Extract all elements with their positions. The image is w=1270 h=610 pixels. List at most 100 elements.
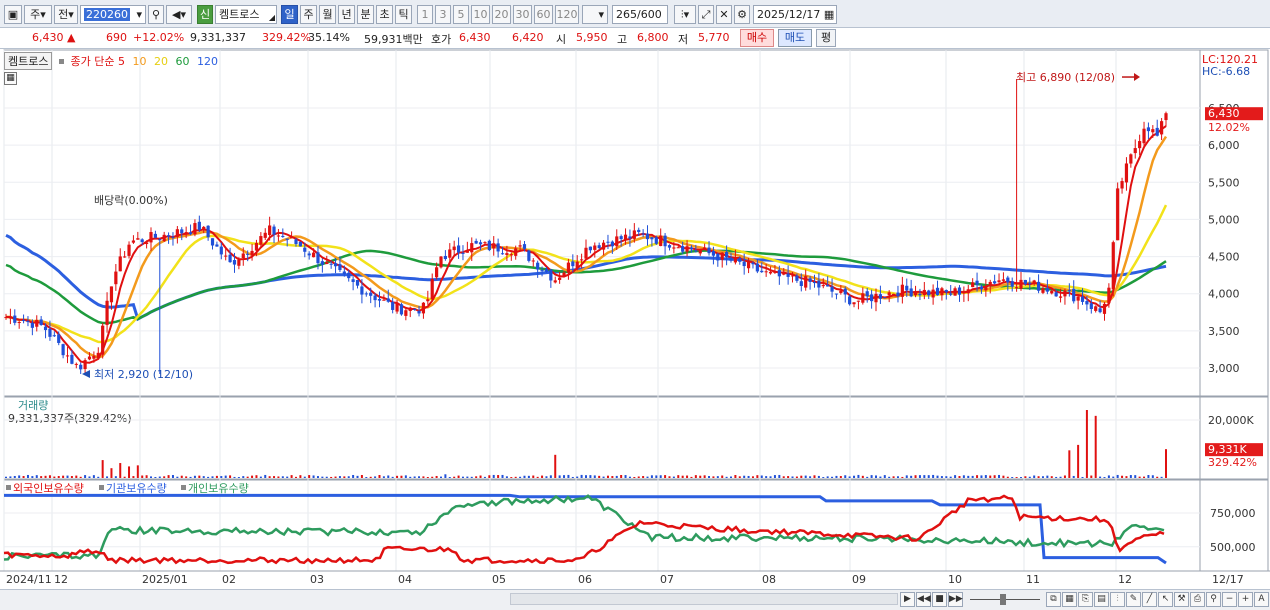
draw-icon[interactable]: ✎ [1126, 592, 1141, 607]
interval-10[interactable]: 10 [471, 5, 490, 24]
candle-body [553, 280, 557, 283]
volume-bar [185, 476, 188, 478]
fast-forward-icon[interactable]: ▶▶ [948, 592, 963, 607]
holder-legend-square [99, 485, 104, 490]
candle-body [1098, 308, 1102, 313]
candle-body [391, 301, 395, 310]
interval-120[interactable]: 120 [555, 5, 579, 24]
interval-20[interactable]: 20 [492, 5, 511, 24]
tab-minute[interactable]: 분 [357, 5, 374, 24]
stock-code-input[interactable]: 220260 ▾ [80, 5, 146, 24]
line-icon[interactable]: ╱ [1142, 592, 1157, 607]
minus-icon[interactable]: − [1222, 592, 1237, 607]
holder-pane-axis [1199, 479, 1269, 572]
arrow-icon[interactable]: ↖ [1158, 592, 1173, 607]
date-field[interactable]: 2025/12/17 ▦ [753, 5, 837, 24]
volume-bar [400, 475, 403, 478]
search-icon[interactable]: ⚲ [148, 5, 164, 24]
candle-body [206, 225, 210, 238]
volume-bar [426, 477, 429, 478]
tab-week[interactable]: 주 [300, 5, 317, 24]
print-icon[interactable]: ⎙ [1190, 592, 1205, 607]
tab-second[interactable]: 초 [376, 5, 393, 24]
candle-body [944, 290, 948, 293]
volume-bar [730, 476, 732, 478]
prev-dropdown[interactable]: 전▾ [54, 5, 78, 24]
custom-interval-dropdown[interactable]: ▾ [582, 5, 608, 24]
indicator-icon[interactable]: ✕ [716, 5, 732, 24]
stop-icon[interactable]: ■ [932, 592, 947, 607]
interval-60[interactable]: 60 [534, 5, 553, 24]
grid-icon[interactable]: ▦ [1062, 592, 1077, 607]
candle-body [984, 287, 988, 291]
font-icon[interactable]: A [1254, 592, 1269, 607]
zoom-window-icon[interactable]: ⧉ [1046, 592, 1061, 607]
interval-30[interactable]: 30 [513, 5, 532, 24]
tab-day[interactable]: 일 [281, 5, 298, 24]
zoom-icon[interactable]: ⚲ [1206, 592, 1221, 607]
interval-5[interactable]: 5 [453, 5, 469, 24]
holder-legend-square [6, 485, 11, 490]
speaker-icon[interactable]: ◀▾ [166, 5, 192, 24]
zoom-handle[interactable] [1000, 594, 1006, 605]
candle-body [492, 243, 496, 249]
chart-type-icon[interactable]: ⫶ [1110, 592, 1125, 607]
candle-body [755, 263, 759, 272]
volume-bar [835, 475, 838, 478]
candle-body [118, 256, 122, 272]
volume-bar [857, 474, 860, 478]
candle-body [804, 276, 808, 288]
rewind-icon[interactable]: ◀◀ [916, 592, 931, 607]
plus-icon[interactable]: + [1238, 592, 1253, 607]
compare-icon[interactable]: ⤢ [698, 5, 714, 24]
volume-bar [215, 475, 218, 478]
price-tick-label: 5,000 [1208, 213, 1240, 226]
candle-body [667, 245, 672, 248]
tab-tick[interactable]: 틱 [395, 5, 412, 24]
candle-body [210, 238, 215, 246]
layout-icon[interactable]: ▤ [1094, 592, 1109, 607]
tool-icon[interactable]: ⚒ [1174, 592, 1189, 607]
buy-button[interactable]: 매수 [740, 29, 774, 47]
eval-button[interactable]: 평 [816, 29, 836, 47]
count-field[interactable]: 265/600 [612, 5, 668, 24]
sell-button[interactable]: 매도 [778, 29, 812, 47]
x-tick-label: 03 [310, 573, 324, 586]
candle-body [127, 244, 131, 256]
settings-icon[interactable]: ⚙ [734, 5, 750, 24]
window-icon[interactable]: ▣ [4, 5, 22, 24]
candle-body [347, 272, 351, 279]
volume-bar [690, 476, 693, 478]
candle-body [145, 242, 149, 245]
scrollbar[interactable] [510, 593, 898, 605]
volume-bar [800, 475, 803, 478]
volume-bar [448, 477, 451, 478]
candle-body [140, 239, 144, 243]
candle-body [733, 257, 737, 263]
volume-bar [347, 476, 350, 478]
candle-body [237, 259, 241, 266]
candle-body [588, 246, 592, 251]
copy-icon[interactable]: ⎘ [1078, 592, 1093, 607]
candle-body [870, 294, 874, 302]
tab-month[interactable]: 월 [319, 5, 336, 24]
table-icon[interactable]: ▦ [4, 72, 17, 85]
candle-type-icon[interactable]: ⫶▾ [674, 5, 696, 24]
stock-name-tag[interactable]: 켐트로스 [4, 52, 53, 70]
candle-body [993, 281, 997, 284]
volume-bar [888, 476, 891, 478]
period-dropdown[interactable]: 주▾ [24, 5, 52, 24]
candle-body [522, 244, 527, 249]
candle-body [716, 253, 720, 261]
candle-body [1133, 148, 1137, 154]
candle-body [30, 322, 34, 328]
interval-3[interactable]: 3 [435, 5, 451, 24]
interval-1[interactable]: 1 [417, 5, 433, 24]
volume-bar [861, 475, 864, 478]
candle-body [355, 280, 360, 286]
candle-body [1102, 303, 1107, 314]
scroll-right-icon[interactable]: ▶ [900, 592, 915, 607]
candle-body [48, 328, 52, 337]
candle-body [1032, 280, 1036, 284]
tab-year[interactable]: 년 [338, 5, 355, 24]
